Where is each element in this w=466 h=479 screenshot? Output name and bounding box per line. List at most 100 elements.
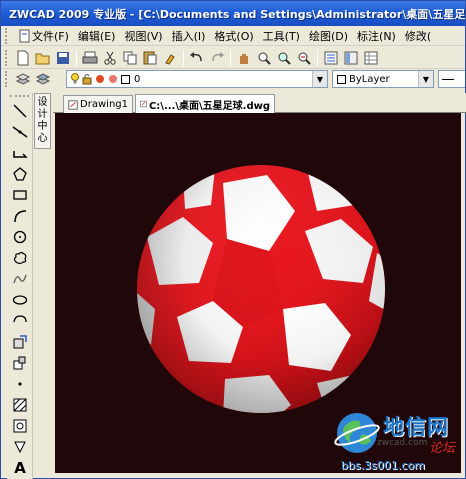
cut-icon[interactable] xyxy=(101,49,119,67)
layer-freeze-sun-icon xyxy=(96,75,104,83)
menu-dimension-label: 标注(N) xyxy=(357,29,396,43)
point-icon[interactable] xyxy=(9,374,31,394)
menu-tools-label: 工具(T) xyxy=(262,29,300,43)
drawing-doc-icon xyxy=(68,99,78,110)
toolbar-separator xyxy=(183,49,184,66)
zoom-previous-icon[interactable] xyxy=(295,49,313,67)
tab-soccer-ball-file-label: C:\...\桌面\五星足球.dwg xyxy=(148,100,270,112)
color-dropdown-arrow[interactable]: ▼ xyxy=(418,71,433,87)
color-value: ByLayer xyxy=(349,73,390,85)
menu-edit-label: 编辑(E) xyxy=(77,29,116,43)
menu-format[interactable]: 格式(O) xyxy=(214,28,253,44)
site-watermark: 地信网 zwcad.com 论坛 bbs.3s001.com xyxy=(331,407,466,479)
ellipse-icon[interactable] xyxy=(9,290,31,310)
circle-icon[interactable] xyxy=(9,227,31,247)
new-file-icon[interactable] xyxy=(14,49,32,67)
polyline-icon[interactable] xyxy=(9,143,31,163)
copy-icon[interactable] xyxy=(121,49,139,67)
watermark-url[interactable]: bbs.3s001.com xyxy=(341,459,425,472)
menu-view[interactable]: 视图(V) xyxy=(124,28,162,44)
draw-toolbar: A xyxy=(7,93,33,479)
current-layer-value: 0 xyxy=(134,73,141,85)
menu-file[interactable]: 文件(F) xyxy=(17,28,69,44)
layer-previous-icon[interactable] xyxy=(34,70,52,88)
rectangle-icon[interactable] xyxy=(9,185,31,205)
arc-icon[interactable] xyxy=(9,206,31,226)
match-properties-icon[interactable] xyxy=(161,49,179,67)
tab-drawing1[interactable]: Drawing1 xyxy=(63,95,133,113)
construction-line-icon[interactable] xyxy=(9,122,31,142)
make-block-icon[interactable] xyxy=(9,353,31,373)
menu-draw[interactable]: 绘图(D) xyxy=(309,28,348,44)
file-menu-icon xyxy=(19,29,30,42)
menu-insert[interactable]: 插入(I) xyxy=(172,28,206,44)
toolbar-separator xyxy=(76,49,77,66)
menu-file-label: 文件(F) xyxy=(32,29,69,43)
layer-lock-icon xyxy=(82,74,92,85)
ball-shading xyxy=(137,165,385,413)
line-icon[interactable] xyxy=(9,101,31,121)
layer-toolbar: 0 ▼ ByLayer ▼ xyxy=(1,69,465,89)
table-icon[interactable] xyxy=(9,437,31,457)
zoom-realtime-icon[interactable] xyxy=(255,49,273,67)
save-icon[interactable] xyxy=(54,49,72,67)
toolbar-separator xyxy=(230,49,231,66)
menu-bar: 文件(F) 编辑(E) 视图(V) 插入(I) 格式(O) 工具(T) 绘图(D… xyxy=(1,26,465,46)
menu-edit[interactable]: 编辑(E) xyxy=(78,28,116,44)
layer-color-square-icon xyxy=(121,74,130,84)
tab-drawing1-label: Drawing1 xyxy=(80,99,128,110)
watermark-forum: 论坛 xyxy=(429,441,456,456)
layer-dropdown[interactable]: 0 ▼ xyxy=(66,70,328,88)
design-center-tab[interactable]: 设 计 中 心 xyxy=(34,93,51,149)
layer-on-bulb-icon xyxy=(71,73,79,84)
properties-icon[interactable] xyxy=(322,49,340,67)
spline-icon[interactable] xyxy=(9,269,31,289)
standard-toolbar xyxy=(1,47,465,69)
zoom-window-icon[interactable] xyxy=(275,49,293,67)
revision-cloud-icon[interactable] xyxy=(9,248,31,268)
menu-dimension[interactable]: 标注(N) xyxy=(357,28,396,44)
paste-icon[interactable] xyxy=(141,49,159,67)
title-bar[interactable]: ZWCAD 2009 专业版 - [C:\Documents and Setti… xyxy=(1,1,465,26)
dc-tab-char: 心 xyxy=(37,133,48,144)
redo-icon[interactable] xyxy=(208,49,226,67)
layer-color-icon xyxy=(109,75,117,83)
tool-palette-icon[interactable] xyxy=(362,49,380,67)
open-file-icon[interactable] xyxy=(34,49,52,67)
region-icon[interactable] xyxy=(9,416,31,436)
toolbar-grip[interactable] xyxy=(5,71,9,87)
layer-dropdown-arrow[interactable]: ▼ xyxy=(312,71,327,87)
menu-draw-label: 绘图(D) xyxy=(308,29,349,43)
color-dropdown[interactable]: ByLayer ▼ xyxy=(332,70,434,88)
tab-soccer-ball-file[interactable]: C:\...\桌面\五星足球.dwg xyxy=(135,94,275,113)
toolbar-separator xyxy=(317,49,318,66)
menu-grip[interactable] xyxy=(5,27,11,44)
multiline-text-icon[interactable]: A xyxy=(9,458,31,478)
toolbar-grip[interactable] xyxy=(5,49,9,66)
insert-block-icon[interactable] xyxy=(9,332,31,352)
drawing-doc-icon xyxy=(140,100,147,108)
document-tabs: Drawing1 C:\...\桌面\五星足球.dwg xyxy=(53,93,466,113)
hatch-icon[interactable] xyxy=(9,395,31,415)
globe-logo-icon xyxy=(334,413,380,453)
print-icon[interactable] xyxy=(81,49,99,67)
draw-toolbar-grip[interactable] xyxy=(10,95,29,99)
watermark-domain: zwcad.com xyxy=(377,438,428,448)
dc-tab-char: 中 xyxy=(37,121,48,132)
app-window: ZWCAD 2009 专业版 - [C:\Documents and Setti… xyxy=(0,0,466,479)
design-center-icon[interactable] xyxy=(342,49,360,67)
dc-tab-char: 计 xyxy=(37,109,48,120)
linetype-dropdown[interactable] xyxy=(438,70,465,88)
menu-modify-label: 修改( xyxy=(404,29,432,43)
ellipse-arc-icon[interactable] xyxy=(9,311,31,331)
menu-format-label: 格式(O) xyxy=(214,29,254,43)
menu-tools[interactable]: 工具(T) xyxy=(263,28,300,44)
menu-insert-label: 插入(I) xyxy=(171,29,206,43)
undo-icon[interactable] xyxy=(188,49,206,67)
polygon-icon[interactable] xyxy=(9,164,31,184)
pan-icon[interactable] xyxy=(235,49,253,67)
menu-view-label: 视图(V) xyxy=(124,29,163,43)
dc-tab-char: 设 xyxy=(37,97,48,108)
menu-modify[interactable]: 修改( xyxy=(405,28,431,44)
layer-manager-icon[interactable] xyxy=(14,70,32,88)
